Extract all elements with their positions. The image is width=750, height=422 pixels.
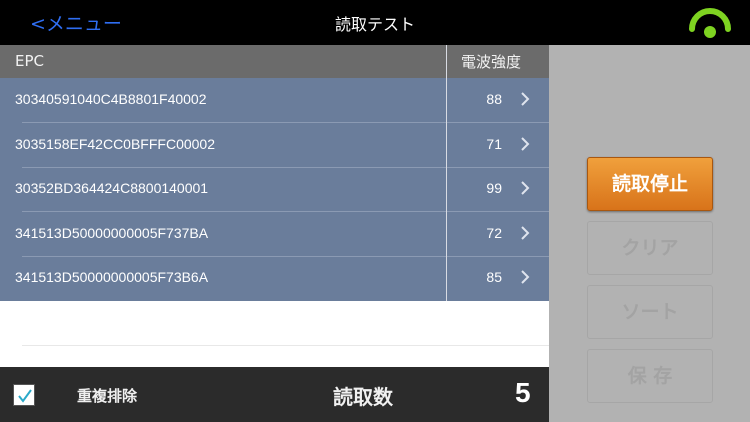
chevron-right-icon xyxy=(521,270,530,284)
signal-strength-value: 85 xyxy=(486,269,502,285)
chevron-right-icon xyxy=(521,92,530,106)
signal-strength-value: 72 xyxy=(486,225,502,241)
bottom-bar: 重複排除 読取数 5 xyxy=(0,367,549,422)
tag-rows: 30340591040C4B8801F40002 88 3035158EF42C… xyxy=(0,78,549,301)
chevron-right-icon xyxy=(521,181,530,195)
clear-button[interactable]: クリア xyxy=(587,221,713,275)
table-row[interactable]: 341513D50000000005F73B6A 85 xyxy=(0,256,549,301)
empty-row-separator xyxy=(22,345,549,346)
chevron-right-icon xyxy=(521,137,530,151)
column-divider xyxy=(446,45,447,301)
table-row[interactable]: 341513D50000000005F737BA 72 xyxy=(0,212,549,257)
tag-list: EPC 電波強度 30340591040C4B8801F40002 88 303… xyxy=(0,45,549,367)
stop-reading-button[interactable]: 読取停止 xyxy=(587,157,713,211)
signal-strength-value: 99 xyxy=(486,180,502,196)
top-bar: <メニュー 読取テスト xyxy=(0,0,750,45)
signal-strength-value: 88 xyxy=(486,91,502,107)
column-header-signal-strength: 電波強度 xyxy=(461,53,522,71)
signal-indicator-icon xyxy=(689,8,731,38)
epc-value: 341513D50000000005F737BA xyxy=(15,225,209,241)
table-row[interactable]: 30340591040C4B8801F40002 88 xyxy=(0,78,549,123)
read-count-label: 読取数 xyxy=(333,385,393,409)
epc-value: 30352BD364424C8800140001 xyxy=(15,180,209,196)
signal-strength-value: 71 xyxy=(486,136,502,152)
dedup-checkbox[interactable] xyxy=(13,384,35,406)
sort-button[interactable]: ソート xyxy=(587,285,713,339)
table-row[interactable]: 3035158EF42CC0BFFFC00002 71 xyxy=(0,123,549,168)
epc-value: 341513D50000000005F73B6A xyxy=(15,269,209,285)
table-header: EPC 電波強度 xyxy=(0,45,549,78)
read-count-value: 5 xyxy=(515,377,531,408)
column-header-epc: EPC xyxy=(15,52,44,70)
save-button[interactable]: 保 存 xyxy=(587,349,713,403)
page-title: 読取テスト xyxy=(334,15,415,34)
checkmark-icon xyxy=(18,389,32,403)
side-panel: 読取停止 クリア ソート 保 存 xyxy=(549,45,750,422)
chevron-right-icon xyxy=(521,226,530,240)
epc-value: 3035158EF42CC0BFFFC00002 xyxy=(15,136,216,152)
epc-value: 30340591040C4B8801F40002 xyxy=(15,91,207,107)
table-row[interactable]: 30352BD364424C8800140001 99 xyxy=(0,167,549,212)
dedup-label: 重複排除 xyxy=(77,387,138,405)
